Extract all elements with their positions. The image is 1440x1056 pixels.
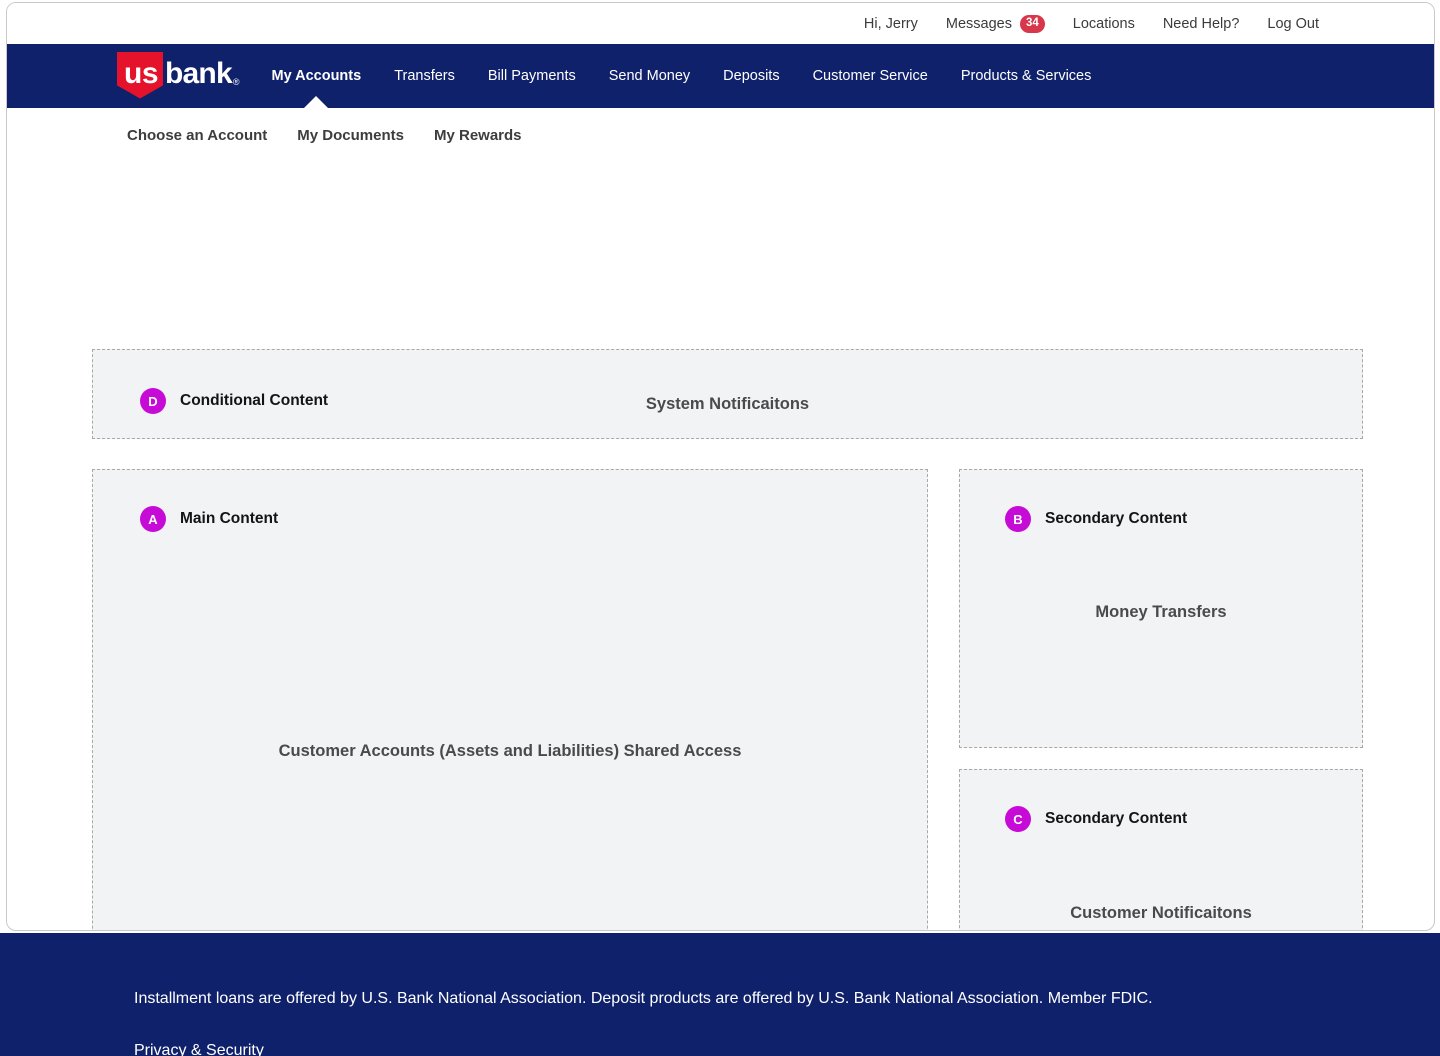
region-secondary-content-customer-notifications: C Secondary Content Customer Notificaito… [959,769,1363,931]
region-secondary-content-money-transfers: B Secondary Content Money Transfers [959,469,1363,748]
log-out-link[interactable]: Log Out [1267,16,1319,32]
browser-page-card: Hi, Jerry Messages 34 Locations Need Hel… [6,2,1435,931]
region-a-header: A Main Content [140,506,278,532]
nav-item-deposits[interactable]: Deposits [723,44,779,108]
region-c-header: C Secondary Content [1005,806,1187,832]
nav-item-products-services[interactable]: Products & Services [961,44,1092,108]
nav-item-transfers[interactable]: Transfers [394,44,455,108]
region-c-title: Secondary Content [1045,810,1187,828]
nav-item-my-accounts[interactable]: My Accounts [271,44,361,108]
subnav-item-choose-an-account[interactable]: Choose an Account [127,127,267,144]
marker-badge-b: B [1005,506,1031,532]
region-d-center-label: System Notificaitons [93,395,1362,414]
nav-item-bill-payments[interactable]: Bill Payments [488,44,576,108]
region-b-header: B Secondary Content [1005,506,1187,532]
utility-bar: Hi, Jerry Messages 34 Locations Need Hel… [7,3,1434,44]
marker-badge-a: A [140,506,166,532]
region-a-center-label: Customer Accounts (Assets and Liabilitie… [93,742,927,761]
region-b-center-label: Money Transfers [960,603,1362,622]
footer-legal-text: Installment loans are offered by U.S. Ba… [134,989,1440,1008]
subnav-item-my-documents[interactable]: My Documents [297,127,404,144]
messages-link[interactable]: Messages 34 [946,15,1045,33]
primary-navigation: us bank ® My Accounts Transfers Bill Pay… [7,44,1434,108]
region-b-title: Secondary Content [1045,510,1187,528]
subnav-item-my-rewards[interactable]: My Rewards [434,127,522,144]
region-conditional-content: D Conditional Content System Notificaito… [92,349,1363,439]
content-canvas: D Conditional Content System Notificaito… [7,163,1434,912]
secondary-navigation: Choose an Account My Documents My Reward… [7,108,1434,163]
site-footer: Installment loans are offered by U.S. Ba… [0,933,1440,1056]
messages-count-badge: 34 [1020,15,1045,33]
logo-wordmark: bank [163,52,232,89]
region-a-title: Main Content [180,510,278,528]
greeting-text: Hi, Jerry [864,16,918,32]
region-main-content: A Main Content Customer Accounts (Assets… [92,469,928,931]
logo-registered-mark: ® [232,52,240,87]
messages-label: Messages [946,16,1012,32]
usbank-logo[interactable]: us bank ® [117,52,239,99]
locations-link[interactable]: Locations [1073,16,1135,32]
footer-privacy-security-link[interactable]: Privacy & Security [134,1042,264,1056]
nav-item-send-money[interactable]: Send Money [609,44,690,108]
marker-badge-c: C [1005,806,1031,832]
need-help-link[interactable]: Need Help? [1163,16,1240,32]
nav-item-customer-service[interactable]: Customer Service [813,44,928,108]
region-c-center-label: Customer Notificaitons [960,904,1362,923]
logo-shield-icon: us [117,52,163,99]
